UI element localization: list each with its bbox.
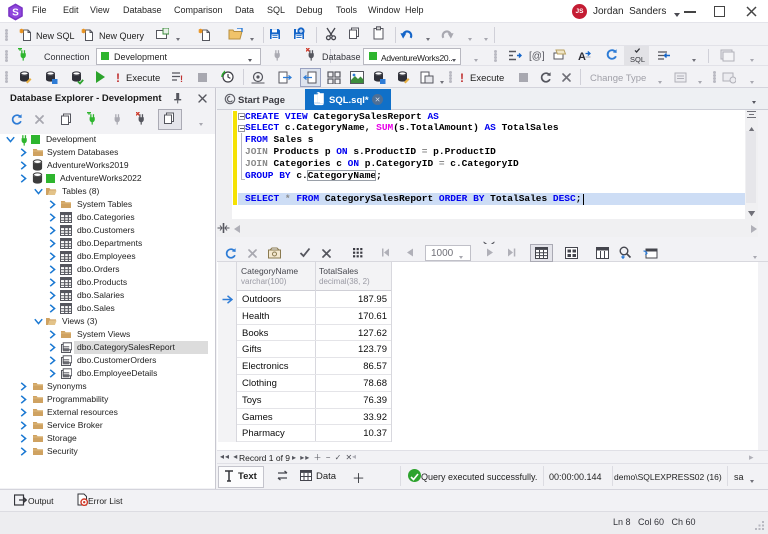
svg-text:SQL: SQL — [630, 55, 645, 64]
svg-text:S: S — [12, 8, 19, 19]
svg-text:[@]: [@] — [529, 51, 544, 62]
svg-text:A: A — [578, 51, 586, 62]
svg-text:!: ! — [180, 74, 183, 84]
